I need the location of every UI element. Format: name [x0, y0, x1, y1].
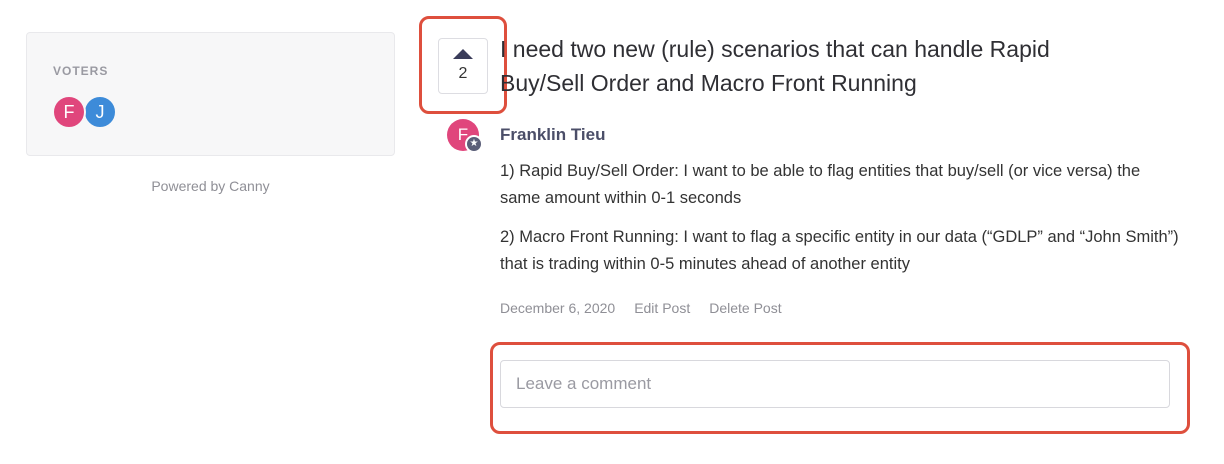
post-body: 1) Rapid Buy/Sell Order: I want to be ab… [500, 158, 1180, 290]
star-icon: ★ [465, 135, 483, 153]
post-body-paragraph: 2) Macro Front Running: I want to flag a… [500, 228, 1179, 273]
voters-card: VOTERS F J [26, 32, 395, 156]
vote-count: 2 [458, 65, 468, 82]
upvote-button[interactable]: 2 [438, 38, 488, 94]
comment-input[interactable] [500, 360, 1170, 408]
post-page: VOTERS F J Powered by Canny 2 I need two… [0, 0, 1224, 464]
delete-post-link[interactable]: Delete Post [709, 300, 781, 316]
upvote-arrow-icon [453, 49, 473, 59]
post-title: I need two new (rule) scenarios that can… [500, 36, 1050, 96]
powered-by-link[interactable]: Powered by Canny [26, 178, 395, 194]
edit-post-link[interactable]: Edit Post [634, 300, 690, 316]
post-date: December 6, 2020 [500, 300, 616, 316]
author-name[interactable]: Franklin Tieu [500, 125, 606, 145]
post-body-paragraph: 1) Rapid Buy/Sell Order: I want to be ab… [500, 162, 1141, 207]
voters-heading: VOTERS [53, 64, 109, 78]
post-meta: December 6, 2020 Edit Post Delete Post [500, 300, 782, 316]
voter-avatar[interactable]: J [83, 95, 117, 129]
voter-avatar[interactable]: F [52, 95, 86, 129]
